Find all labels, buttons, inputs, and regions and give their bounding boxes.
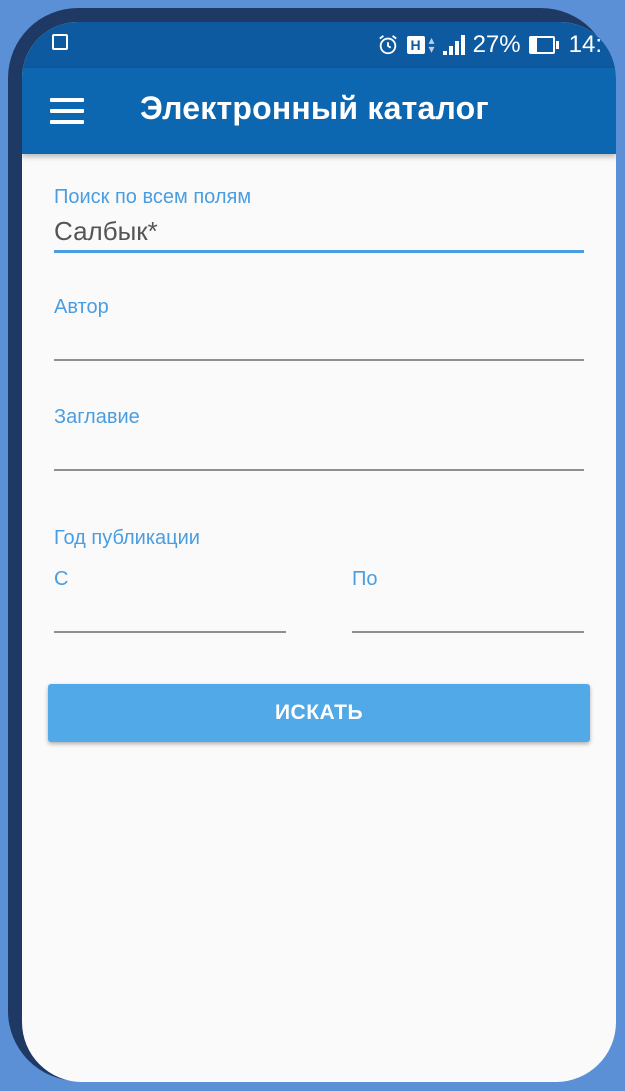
alarm-icon bbox=[378, 35, 397, 55]
year-to-underline bbox=[352, 631, 584, 633]
all-fields-search: Поиск по всем полям bbox=[54, 182, 584, 253]
author-field: Автор bbox=[54, 292, 584, 362]
title-input[interactable] bbox=[54, 436, 584, 470]
battery-icon bbox=[528, 36, 559, 54]
year-to-field: По bbox=[352, 568, 584, 638]
author-underline bbox=[54, 359, 584, 361]
title-label: Заглавие bbox=[54, 406, 140, 428]
publication-year-label: Год публикации bbox=[54, 527, 200, 549]
notification-icon bbox=[52, 34, 68, 50]
clock: 14: bbox=[568, 31, 602, 58]
year-from-field: С bbox=[54, 568, 286, 638]
data-transfer-icon: ▴ ▾ bbox=[428, 33, 435, 56]
all-fields-input[interactable] bbox=[54, 214, 584, 248]
app-screen: H ▴ ▾ 27% 14: Электронный каталог Поиск п… bbox=[22, 22, 616, 1082]
year-to-label: По bbox=[352, 568, 378, 590]
title-underline bbox=[54, 469, 584, 471]
author-label: Автор bbox=[54, 296, 109, 318]
search-button[interactable]: ИСКАТЬ bbox=[48, 684, 590, 742]
battery-percentage: 27% bbox=[472, 31, 521, 58]
all-fields-underline bbox=[54, 250, 584, 253]
all-fields-label: Поиск по всем полям bbox=[54, 186, 252, 208]
app-title: Электронный каталог bbox=[140, 90, 489, 126]
year-from-label: С bbox=[54, 568, 69, 590]
year-from-input[interactable] bbox=[54, 598, 286, 632]
status-indicators: H ▴ ▾ 27% 14: bbox=[377, 28, 602, 62]
network-type-icon: H bbox=[406, 36, 425, 54]
title-field: Заглавие bbox=[54, 402, 584, 472]
author-input[interactable] bbox=[54, 326, 584, 360]
status-bar: H ▴ ▾ 27% 14: bbox=[22, 22, 616, 68]
year-from-underline bbox=[54, 631, 286, 633]
app-bar: Электронный каталог bbox=[22, 68, 616, 154]
signal-strength-icon bbox=[442, 35, 465, 55]
hamburger-menu-icon[interactable] bbox=[50, 98, 84, 124]
year-to-input[interactable] bbox=[352, 598, 584, 632]
